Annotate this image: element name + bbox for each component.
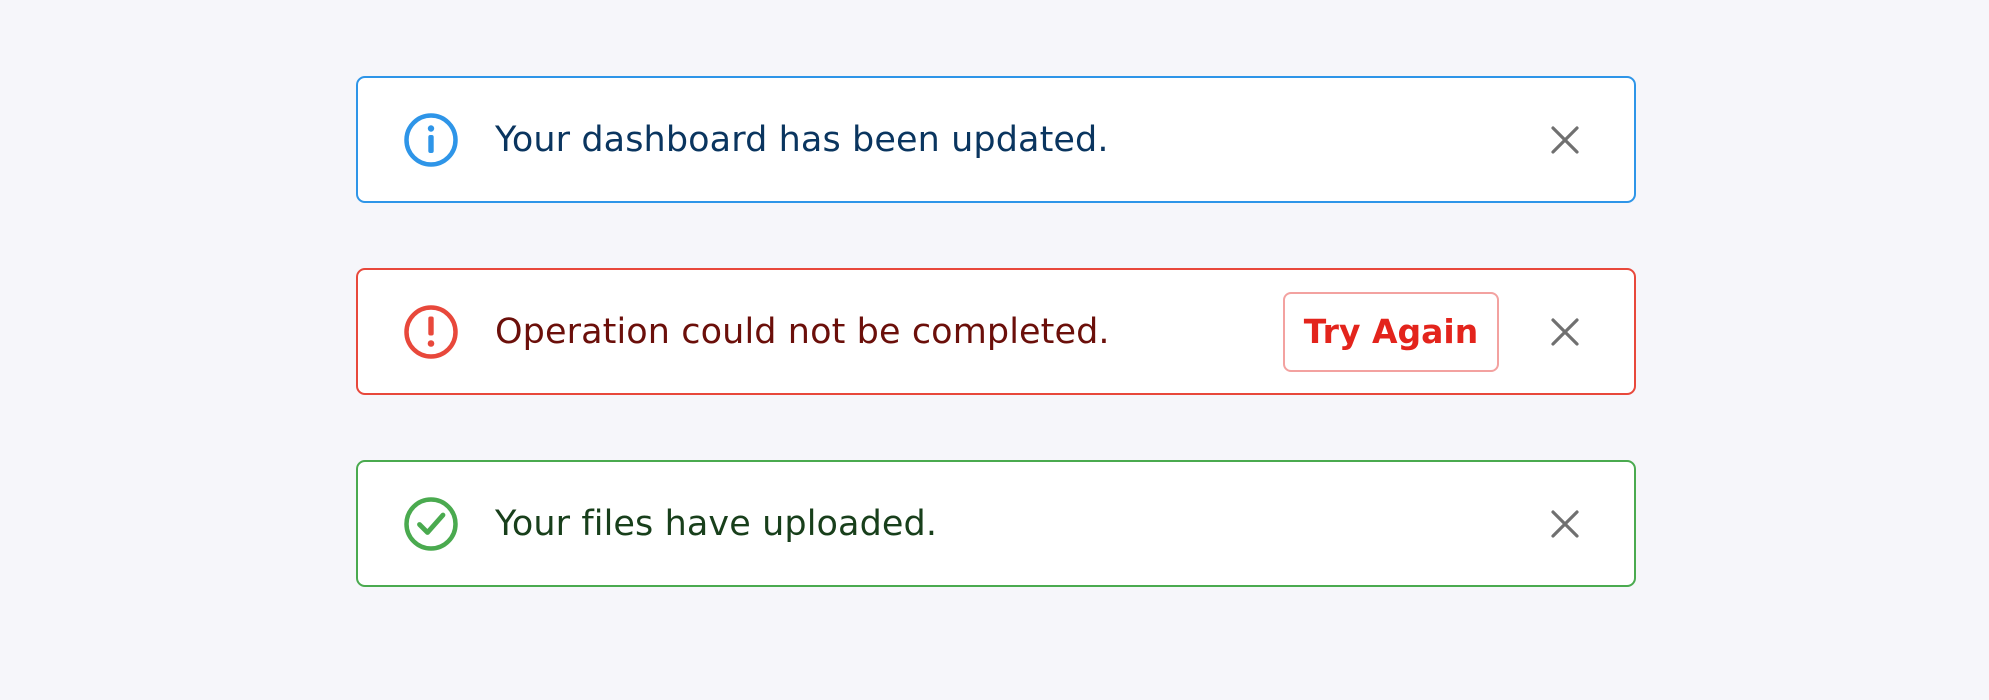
- close-icon: [1551, 125, 1579, 154]
- exclamation-circle-icon: [404, 304, 458, 359]
- alert-message: Your files have uploaded.: [495, 503, 938, 544]
- close-icon: [1551, 509, 1579, 538]
- alert-stack: Your dashboard has been updated. Operati…: [356, 76, 1636, 587]
- info-alert: Your dashboard has been updated.: [356, 76, 1636, 203]
- info-circle-icon: [404, 112, 458, 167]
- try-again-button[interactable]: Try Again: [1283, 291, 1499, 372]
- close-button[interactable]: [1545, 312, 1585, 352]
- check-circle-icon: [404, 496, 458, 551]
- close-button[interactable]: [1545, 120, 1585, 160]
- alert-message: Your dashboard has been updated.: [495, 119, 1109, 160]
- close-icon: [1551, 317, 1579, 346]
- alert-message: Operation could not be completed.: [495, 311, 1110, 352]
- close-button[interactable]: [1545, 504, 1585, 544]
- success-alert: Your files have uploaded.: [356, 460, 1636, 587]
- error-alert: Operation could not be completed. Try Ag…: [356, 268, 1636, 395]
